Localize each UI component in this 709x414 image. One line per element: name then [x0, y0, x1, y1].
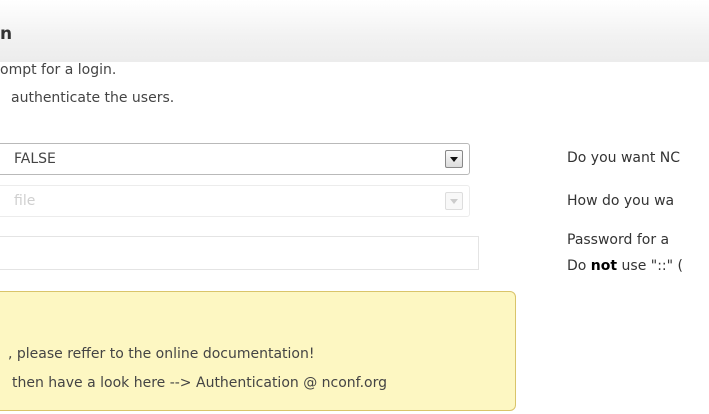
- help-password-line-2: Do not use "::" (: [567, 258, 683, 274]
- page-title: n: [0, 24, 13, 44]
- notice-line-2: then have a look here --> Authentication…: [12, 375, 387, 391]
- header-band: [0, 0, 709, 62]
- notice-line-1: , please reffer to the online documentat…: [8, 346, 315, 362]
- help-password-line-1: Password for a: [567, 232, 670, 248]
- help-emphasis: not: [590, 258, 618, 274]
- notice-box: , please reffer to the online documentat…: [0, 291, 516, 411]
- help-auth-enable: Do you want NC: [567, 150, 681, 166]
- help-text-segment: use "::" (: [617, 258, 683, 274]
- auth-type-value: file: [14, 193, 36, 209]
- description-line-1: ompt for a login.: [0, 62, 117, 78]
- chevron-down-icon[interactable]: [445, 150, 463, 168]
- help-text-segment: Do: [567, 258, 591, 274]
- description-line-2: authenticate the users.: [11, 90, 175, 106]
- auth-enabled-select[interactable]: FALSE: [0, 143, 470, 175]
- auth-type-select: file: [0, 185, 470, 217]
- auth-enabled-value: FALSE: [14, 151, 56, 167]
- help-auth-type: How do you wa: [567, 193, 675, 209]
- password-input[interactable]: [0, 236, 479, 270]
- chevron-down-icon: [445, 192, 463, 210]
